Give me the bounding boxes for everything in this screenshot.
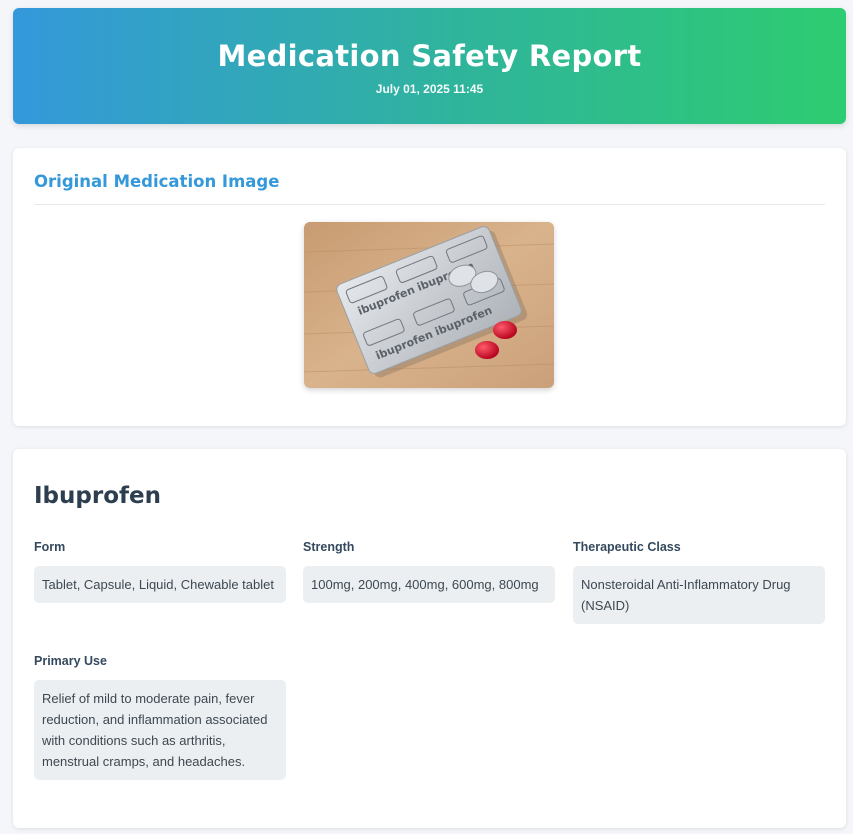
class-label: Therapeutic Class [573,540,681,554]
field-form: Form Tablet, Capsule, Liquid, Chewable t… [34,540,286,603]
medication-details: Ibuprofen Form Tablet, Capsule, Liquid, … [13,449,846,828]
report-title: Medication Safety Report [217,39,642,73]
form-label: Form [34,540,66,554]
medication-photo: ibuprofen ibuprofen ibuprofen ibuprofen [304,222,554,388]
class-value: Nonsteroidal Anti-Inflammatory Drug (NSA… [573,566,825,624]
field-primary-use: Primary Use Relief of mild to moderate p… [34,654,286,780]
use-label: Primary Use [34,654,107,668]
section-divider [34,204,825,205]
report-header: Medication Safety Report July 01, 2025 1… [13,8,846,124]
image-section: Original Medication Image ibuprofen ibup… [13,148,846,426]
strength-value: 100mg, 200mg, 400mg, 600mg, 800mg [303,566,555,603]
use-value: Relief of mild to moderate pain, fever r… [34,680,286,780]
form-value: Tablet, Capsule, Liquid, Chewable tablet [34,566,286,603]
field-therapeutic-class: Therapeutic Class Nonsteroidal Anti-Infl… [573,540,825,624]
strength-label: Strength [303,540,355,554]
image-section-title: Original Medication Image [34,172,280,191]
report-date: July 01, 2025 11:45 [375,82,484,96]
medication-name: Ibuprofen [34,483,161,509]
field-strength: Strength 100mg, 200mg, 400mg, 600mg, 800… [303,540,555,603]
